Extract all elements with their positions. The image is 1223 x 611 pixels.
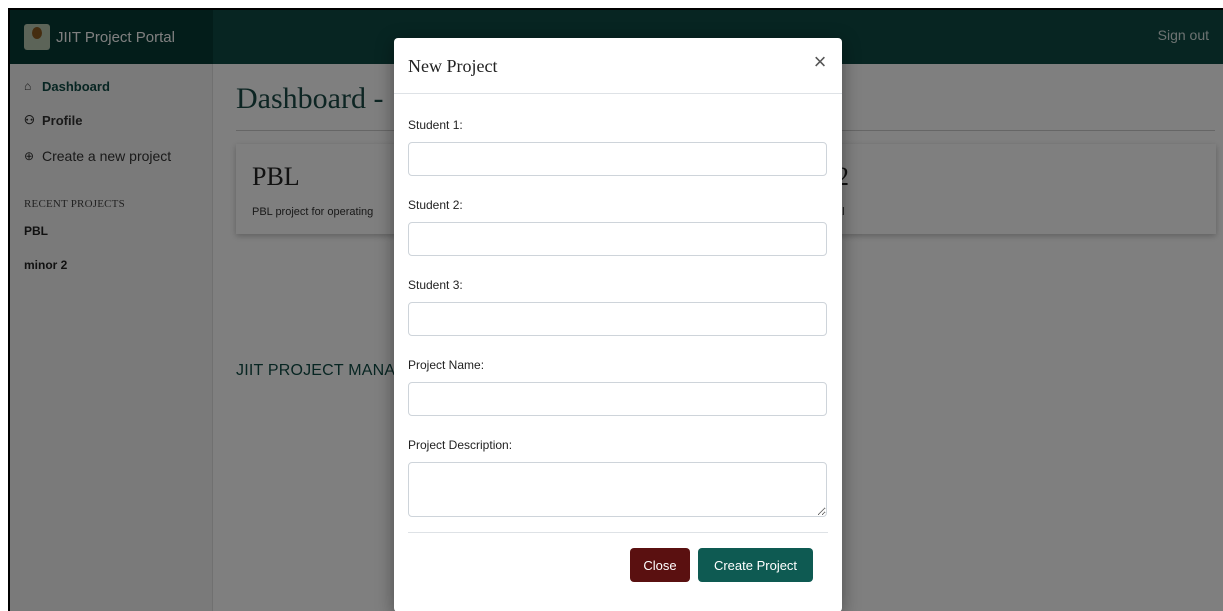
app-frame: JIIT Project Portal Sign out ⌂ Dashboard…	[8, 8, 1223, 611]
modal-title: New Project	[408, 56, 498, 76]
project-name-label: Project Name:	[408, 358, 485, 372]
project-name-input[interactable]	[408, 382, 827, 416]
footer-divider	[408, 532, 828, 533]
student2-input[interactable]	[408, 222, 827, 256]
student3-label: Student 3:	[408, 278, 463, 292]
new-project-modal: New Project × Student 1: Student 2: Stud…	[394, 38, 842, 611]
create-project-button[interactable]: Create Project	[698, 548, 813, 582]
project-description-label: Project Description:	[408, 438, 513, 452]
modal-header: New Project ×	[394, 38, 842, 94]
project-description-textarea[interactable]	[408, 462, 827, 517]
student3-input[interactable]	[408, 302, 827, 336]
close-icon[interactable]: ×	[810, 51, 830, 73]
student2-label: Student 2:	[408, 198, 463, 212]
student1-input[interactable]	[408, 142, 827, 176]
student1-label: Student 1:	[408, 118, 463, 132]
close-button[interactable]: Close	[630, 548, 690, 582]
